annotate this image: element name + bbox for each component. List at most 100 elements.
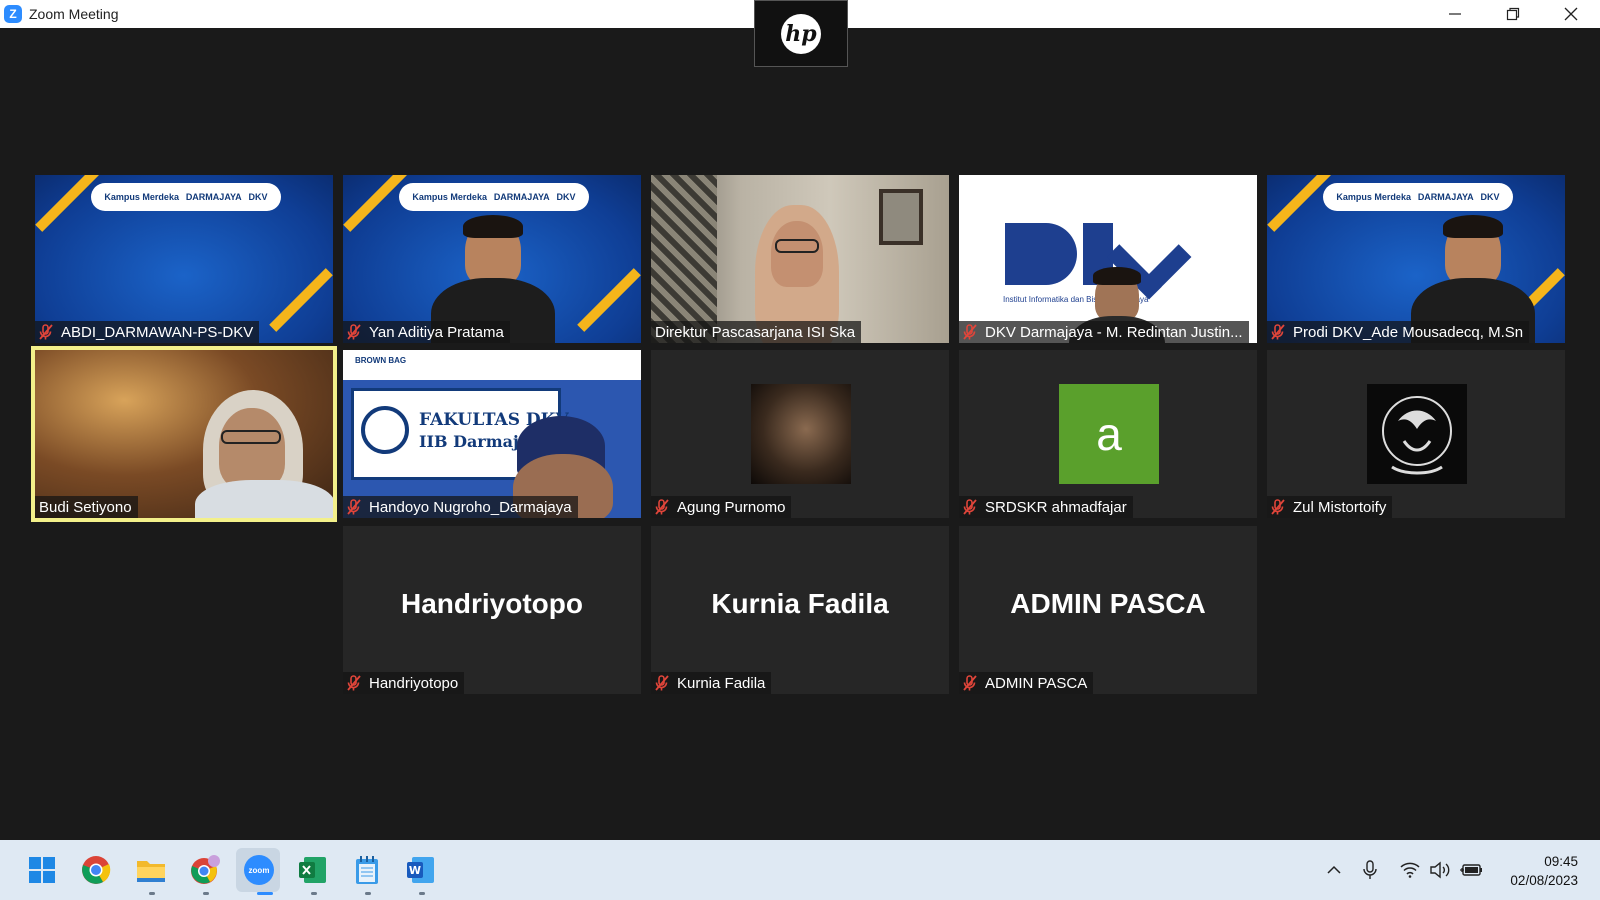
- glasses: [221, 430, 281, 444]
- hp-logo: hp: [781, 13, 821, 54]
- muted-mic-icon: [347, 675, 361, 691]
- person-head: [219, 408, 285, 488]
- muted-mic-icon: [1271, 324, 1285, 340]
- participant-name-bar: Budi Setiyono: [35, 496, 138, 518]
- video-gallery: Kampus Merdeka DARMAJAYA DKV ABDI_DARMAWAN-…: [0, 28, 1600, 840]
- person-hair: [1443, 215, 1503, 239]
- participant-name: Kurnia Fadila: [677, 674, 766, 692]
- person-head: [771, 221, 823, 287]
- sponsor-banner: Kampus Merdeka DARMAJAYA DKV: [91, 183, 281, 211]
- minimize-button[interactable]: [1426, 0, 1484, 28]
- participant-name: ADMIN PASCA: [985, 674, 1088, 692]
- slide-header: [343, 350, 641, 380]
- svg-text:W: W: [409, 864, 421, 877]
- wall-frame: [879, 189, 923, 245]
- participant-tile[interactable]: Zul Mistortoify: [1267, 350, 1565, 518]
- participant-name-bar: Yan Aditiya Pratama: [343, 321, 510, 343]
- banner-darmajaya: DARMAJAYA: [185, 192, 242, 202]
- file-explorer-icon[interactable]: [135, 854, 167, 886]
- close-icon: [1564, 7, 1578, 21]
- window-title: Zoom Meeting: [29, 6, 119, 22]
- zoom-icon[interactable]: zoom: [243, 854, 275, 886]
- participant-tile[interactable]: Kampus Merdeka DARMAJAYA DKV Prodi DKV_Ade …: [1267, 175, 1565, 343]
- banner-kampus: Kampus Merdeka: [104, 192, 179, 202]
- window-controls: [1426, 0, 1600, 28]
- participant-name-bar: Handoyo Nugroho_Darmajaya: [343, 496, 578, 518]
- dkv-letter-d: [1005, 223, 1077, 285]
- participant-name: SRDSKR ahmadfajar: [985, 498, 1127, 516]
- participant-tile[interactable]: Kampus Merdeka DARMAJAYA DKV ABDI_DARMAWAN-…: [35, 175, 333, 343]
- battery-icon[interactable]: [1458, 858, 1484, 882]
- participant-name: Prodi DKV_Ade Mousadecq, M.Sn: [1293, 323, 1524, 341]
- participant-name: Agung Purnomo: [677, 498, 786, 516]
- participant-name: Budi Setiyono: [39, 498, 132, 516]
- muted-mic-icon: [655, 499, 669, 515]
- muted-mic-icon: [347, 324, 361, 340]
- participant-name: Handoyo Nugroho_Darmajaya: [369, 498, 572, 516]
- participant-tile[interactable]: ADMIN PASCA ADMIN PASCA: [959, 526, 1257, 694]
- notepad-icon[interactable]: [351, 854, 383, 886]
- wall-map: [651, 175, 717, 343]
- profile-photo: [751, 384, 851, 484]
- participant-tile[interactable]: Budi Setiyono: [31, 346, 337, 522]
- participant-name: Zul Mistortoify: [1293, 498, 1387, 516]
- participant-name-bar: SRDSKR ahmadfajar: [959, 496, 1133, 518]
- participant-tile[interactable]: BROWN BAG FAKULTAS DKV IIB Darmajaya Handoy…: [343, 350, 641, 518]
- muted-mic-icon: [963, 675, 977, 691]
- banner-dkv: DKV: [248, 192, 268, 202]
- muted-mic-icon: [963, 324, 977, 340]
- muted-mic-icon: [1271, 499, 1285, 515]
- participant-tile[interactable]: Kampus Merdeka DARMAJAYA DKV Yan Aditiya Pr…: [343, 175, 641, 343]
- wifi-icon[interactable]: [1398, 858, 1422, 882]
- banner-dkv: DKV: [1480, 192, 1500, 202]
- participant-tile[interactable]: Agung Purnomo: [651, 350, 949, 518]
- windows-start-icon[interactable]: [26, 854, 58, 886]
- participant-tile[interactable]: Kurnia Fadila Kurnia Fadila: [651, 526, 949, 694]
- microphone-icon[interactable]: [1358, 858, 1382, 882]
- zoom-label: zoom: [244, 855, 274, 885]
- volume-icon[interactable]: [1428, 858, 1452, 882]
- participant-tile[interactable]: a SRDSKR ahmadfajar: [959, 350, 1257, 518]
- participant-name: DKV Darmajaya - M. Redintan Justin...: [985, 323, 1243, 341]
- excel-icon[interactable]: [297, 854, 329, 886]
- word-icon[interactable]: W: [405, 854, 437, 886]
- person-hair: [463, 215, 523, 239]
- restore-button[interactable]: [1484, 0, 1542, 28]
- display-name: Kurnia Fadila: [711, 588, 889, 619]
- close-button[interactable]: [1542, 0, 1600, 28]
- muted-mic-icon: [39, 324, 53, 340]
- campus-seal: [361, 406, 409, 454]
- participant-tile[interactable]: Direktur Pascasarjana ISI Ska: [651, 175, 949, 343]
- display-name: Handriyotopo: [401, 588, 583, 619]
- participant-name-bar: Agung Purnomo: [651, 496, 792, 518]
- chevron-up-icon[interactable]: [1322, 858, 1346, 882]
- participant-name-bar: Handriyotopo: [343, 672, 465, 694]
- clock-time: 09:45: [1544, 854, 1578, 869]
- participant-name: Direktur Pascasarjana ISI Ska: [655, 323, 856, 341]
- display-name: ADMIN PASCA: [1010, 588, 1206, 619]
- participant-name-bar: Prodi DKV_Ade Mousadecq, M.Sn: [1267, 321, 1530, 343]
- chrome-profile-icon[interactable]: [189, 854, 221, 886]
- participant-tile[interactable]: Institut Informatika dan Bisnis Darmajay…: [959, 175, 1257, 343]
- participant-name-bar: ADMIN PASCA: [959, 672, 1094, 694]
- muted-mic-icon: [655, 675, 669, 691]
- sponsor-banner: Kampus Merdeka DARMAJAYA DKV: [399, 183, 589, 211]
- participant-tile[interactable]: Handriyotopo Handriyotopo: [343, 526, 641, 694]
- muted-mic-icon: [347, 499, 361, 515]
- participant-name-bar: Direktur Pascasarjana ISI Ska: [651, 321, 862, 343]
- participant-name-bar: Zul Mistortoify: [1267, 496, 1393, 518]
- sponsor-banner: Kampus Merdeka DARMAJAYA DKV: [1323, 183, 1513, 211]
- avatar-letter: a: [1059, 384, 1159, 484]
- camera-overlay: hp: [754, 0, 848, 67]
- muted-mic-icon: [963, 499, 977, 515]
- system-clock[interactable]: 09:45 02/08/2023: [1510, 852, 1578, 890]
- chrome-icon[interactable]: [80, 854, 112, 886]
- participant-name: Handriyotopo: [369, 674, 459, 692]
- slide-tag: BROWN BAG: [355, 356, 407, 365]
- participant-name-bar: DKV Darmajaya - M. Redintan Justin...: [959, 321, 1249, 343]
- participant-name-bar: ABDI_DARMAWAN-PS-DKV: [35, 321, 260, 343]
- glasses: [775, 239, 819, 253]
- participant-name: Yan Aditiya Pratama: [369, 323, 504, 341]
- banner-dkv: DKV: [556, 192, 576, 202]
- banner-darmajaya: DARMAJAYA: [1417, 192, 1474, 202]
